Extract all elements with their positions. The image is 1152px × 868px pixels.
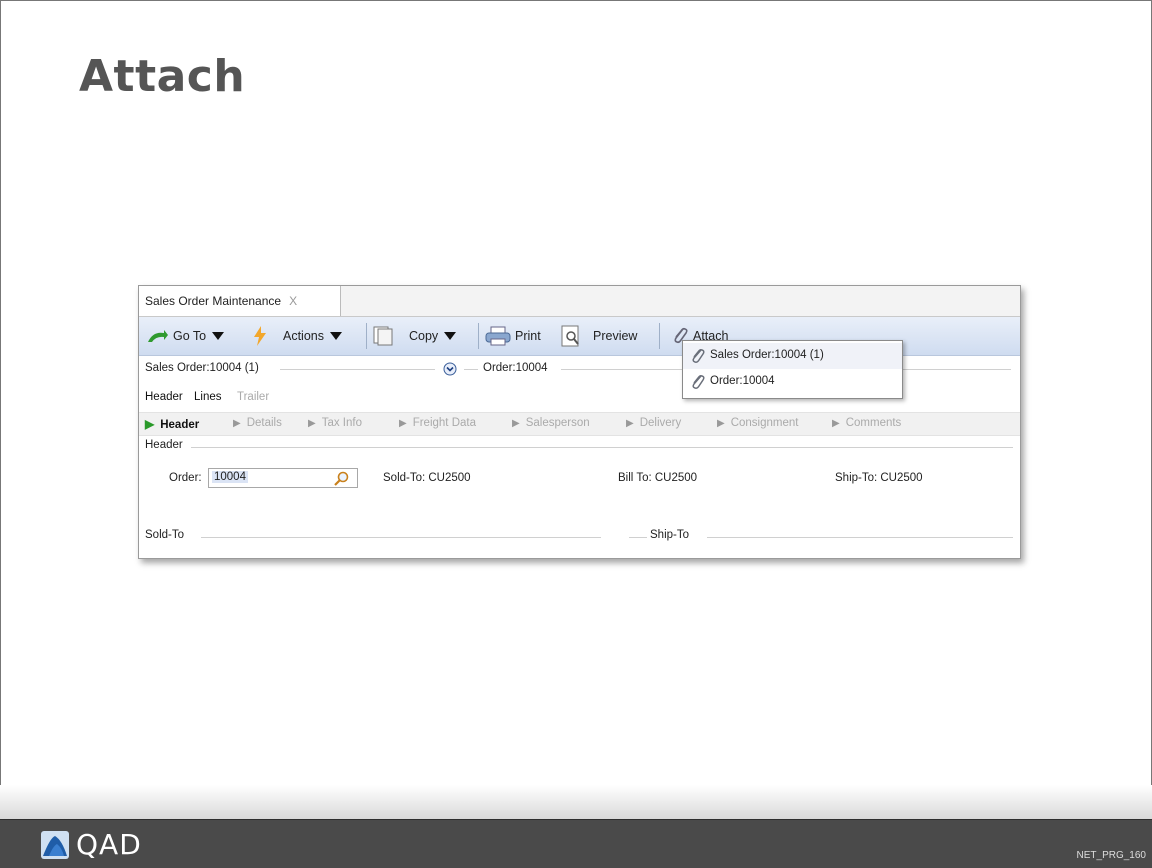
tab-sales-order-maintenance[interactable]: Sales Order Maintenance X xyxy=(139,286,341,316)
sold-to-section-label: Sold-To xyxy=(145,529,184,541)
menu-item-label: Order:10004 xyxy=(710,375,775,387)
print-label: Print xyxy=(515,329,541,343)
print-button[interactable]: Print xyxy=(485,325,541,347)
attach-menu-item-order[interactable]: Order:10004 xyxy=(683,369,902,395)
slide: Attach Sales Order Maintenance X Go To A… xyxy=(0,0,1152,867)
play-icon: ▶ xyxy=(717,418,725,429)
step-label: Salesperson xyxy=(525,417,590,429)
copy-button[interactable]: Copy xyxy=(373,325,457,347)
step-label: Tax Info xyxy=(321,417,362,429)
chevron-down-icon xyxy=(212,332,225,340)
toolbar-divider xyxy=(366,323,367,349)
step-label: Comments xyxy=(845,417,902,429)
play-icon: ▶ xyxy=(832,418,840,429)
actions-button[interactable]: Actions xyxy=(253,325,342,347)
search-icon[interactable] xyxy=(333,471,349,487)
step-label: Consignment xyxy=(730,417,799,429)
play-icon: ▶ xyxy=(512,418,520,429)
attach-menu-item-sales-order[interactable]: Sales Order:10004 (1) xyxy=(683,343,902,369)
play-icon: ▶ xyxy=(145,417,155,431)
play-icon: ▶ xyxy=(626,418,634,429)
chevron-down-icon xyxy=(330,332,342,340)
ship-to-field: Ship-To: CU2500 xyxy=(835,472,923,484)
preview-icon xyxy=(561,325,579,347)
preview-label: Preview xyxy=(593,329,638,343)
toolbar-divider xyxy=(659,323,660,349)
printer-icon xyxy=(485,326,511,346)
step-tax-info[interactable]: ▶ Tax Info xyxy=(308,417,362,429)
goto-arrow-icon xyxy=(148,330,168,342)
order-field-label: Order: xyxy=(169,472,202,484)
step-freight-data[interactable]: ▶ Freight Data xyxy=(399,417,476,429)
step-header[interactable]: ▶ Header xyxy=(145,417,199,431)
copy-icon xyxy=(373,326,393,346)
step-delivery[interactable]: ▶ Delivery xyxy=(626,417,681,429)
copy-label: Copy xyxy=(409,329,439,343)
play-icon: ▶ xyxy=(233,418,241,429)
ship-to-section-label: Ship-To xyxy=(650,529,689,541)
qad-logo-icon xyxy=(41,831,69,859)
play-icon: ▶ xyxy=(308,418,316,429)
actions-label: Actions xyxy=(283,329,324,343)
divider-line xyxy=(280,369,435,370)
preview-button[interactable]: Preview xyxy=(561,325,637,347)
divider-line xyxy=(191,447,1013,448)
paperclip-icon xyxy=(692,375,705,389)
qad-logo: QAD xyxy=(40,829,142,861)
close-icon[interactable]: X xyxy=(289,294,297,308)
sales-order-label: Sales Order:10004 (1) xyxy=(145,362,259,374)
section-header-label: Header xyxy=(145,439,183,451)
step-label: Details xyxy=(246,417,282,429)
step-consignment[interactable]: ▶ Consignment xyxy=(717,417,798,429)
slide-code: NET_PRG_160 xyxy=(1076,850,1146,861)
footer-fade xyxy=(0,785,1152,820)
sold-to-field: Sold-To: CU2500 xyxy=(383,472,471,484)
divider-line xyxy=(201,537,601,538)
slide-footer: QAD NET_PRG_160 xyxy=(0,819,1152,868)
step-label: Freight Data xyxy=(412,417,476,429)
expand-icon[interactable] xyxy=(443,362,457,376)
divider-line xyxy=(707,537,1013,538)
step-salesperson[interactable]: ▶ Salesperson xyxy=(512,417,590,429)
tab-header[interactable]: Header xyxy=(145,391,183,403)
tab-label: Sales Order Maintenance xyxy=(145,294,282,308)
menu-item-label: Sales Order:10004 (1) xyxy=(710,349,824,361)
step-navigation: ▶ Header ▶ Details ▶ Tax Info ▶ Freight Data… xyxy=(139,412,1020,436)
order-input-value: 10004 xyxy=(212,471,248,483)
paperclip-icon xyxy=(692,349,705,363)
goto-button[interactable]: Go To xyxy=(147,325,225,347)
tab-lines[interactable]: Lines xyxy=(194,391,222,403)
tab-strip: Sales Order Maintenance X xyxy=(139,286,1020,317)
bill-to-field: Bill To: CU2500 xyxy=(618,472,698,484)
qad-logo-text: QAD xyxy=(76,828,142,861)
lightning-icon xyxy=(254,326,266,346)
order-label: Order:10004 xyxy=(483,362,548,374)
divider-line xyxy=(629,537,647,538)
step-details[interactable]: ▶ Details xyxy=(233,417,282,429)
play-icon: ▶ xyxy=(399,418,407,429)
tab-trailer[interactable]: Trailer xyxy=(237,391,269,403)
divider-line xyxy=(464,369,478,370)
toolbar-divider xyxy=(478,323,479,349)
step-comments[interactable]: ▶ Comments xyxy=(832,417,901,429)
step-label: Delivery xyxy=(639,417,682,429)
sales-order-window: Sales Order Maintenance X Go To Actions xyxy=(138,285,1021,559)
goto-label: Go To xyxy=(173,329,207,343)
attach-menu: Sales Order:10004 (1) Order:10004 xyxy=(682,340,903,399)
slide-title: Attach xyxy=(79,51,246,102)
chevron-down-icon xyxy=(444,332,457,340)
step-label: Header xyxy=(160,419,200,431)
